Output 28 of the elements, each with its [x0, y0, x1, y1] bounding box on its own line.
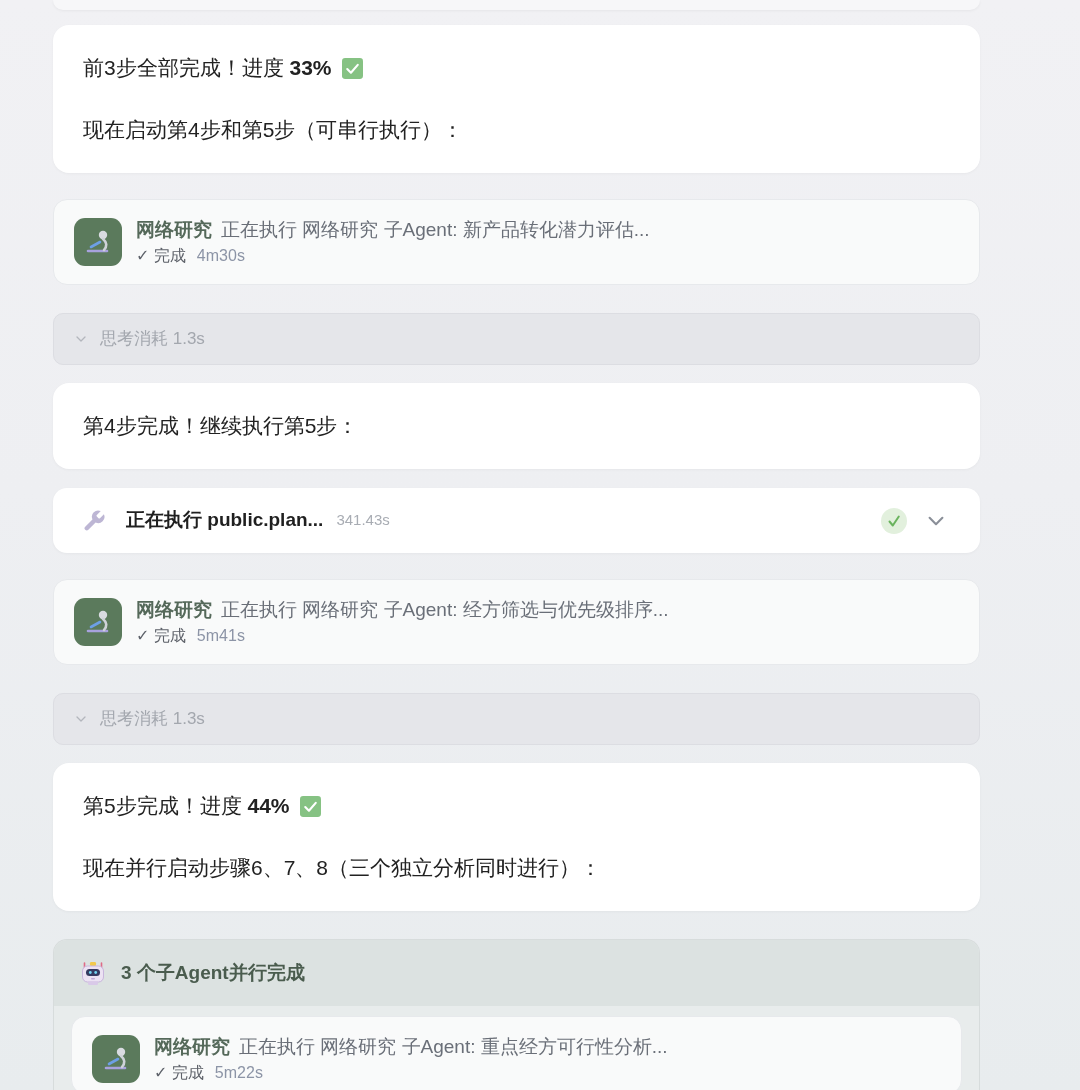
microscope-icon	[92, 1035, 140, 1083]
message-text: 第5步完成！进度 44%	[83, 793, 290, 819]
robot-icon	[80, 960, 106, 986]
status-text: ✓ 完成	[154, 1063, 204, 1083]
agent-task-text: 正在执行 网络研究 子Agent: 新产品转化潜力评估...	[221, 218, 650, 242]
wrench-icon	[83, 509, 105, 532]
status-text: ✓ 完成	[136, 626, 186, 646]
status-text: ✓ 完成	[136, 246, 186, 266]
duration-text: 4m30s	[196, 246, 245, 266]
message-text: 现在并行启动步骤6、7、8（三个独立分析同时进行）：	[83, 855, 602, 881]
message-text: 前3步全部完成！进度 33%	[83, 55, 332, 81]
agent-task-text: 正在执行 网络研究 子Agent: 经方筛选与优先级排序...	[221, 598, 669, 622]
tool-call-text: 正在执行 public.plan...	[126, 508, 324, 533]
duration-text: 5m41s	[196, 626, 245, 646]
duration-text: 5m22s	[214, 1063, 263, 1083]
duration-text: 341.43s	[336, 510, 390, 531]
thinking-toggle[interactable]: 思考消耗 1.3s	[53, 313, 980, 365]
microscope-icon	[74, 218, 122, 266]
message-text: 现在启动第4步和第5步（可串行执行）：	[83, 117, 464, 143]
thinking-toggle[interactable]: 思考消耗 1.3s	[53, 693, 980, 745]
microscope-icon	[74, 598, 122, 646]
agent-name: 网络研究	[154, 1035, 230, 1059]
chevron-icon[interactable]	[928, 515, 944, 526]
group-title: 3 个子Agent并行完成	[121, 960, 305, 985]
message-text: 第4步完成！继续执行第5步：	[83, 413, 359, 439]
agent-task-text: 正在执行 网络研究 子Agent: 重点经方可行性分析...	[239, 1035, 668, 1059]
agent-name: 网络研究	[136, 218, 212, 242]
agent-name: 网络研究	[136, 598, 212, 622]
